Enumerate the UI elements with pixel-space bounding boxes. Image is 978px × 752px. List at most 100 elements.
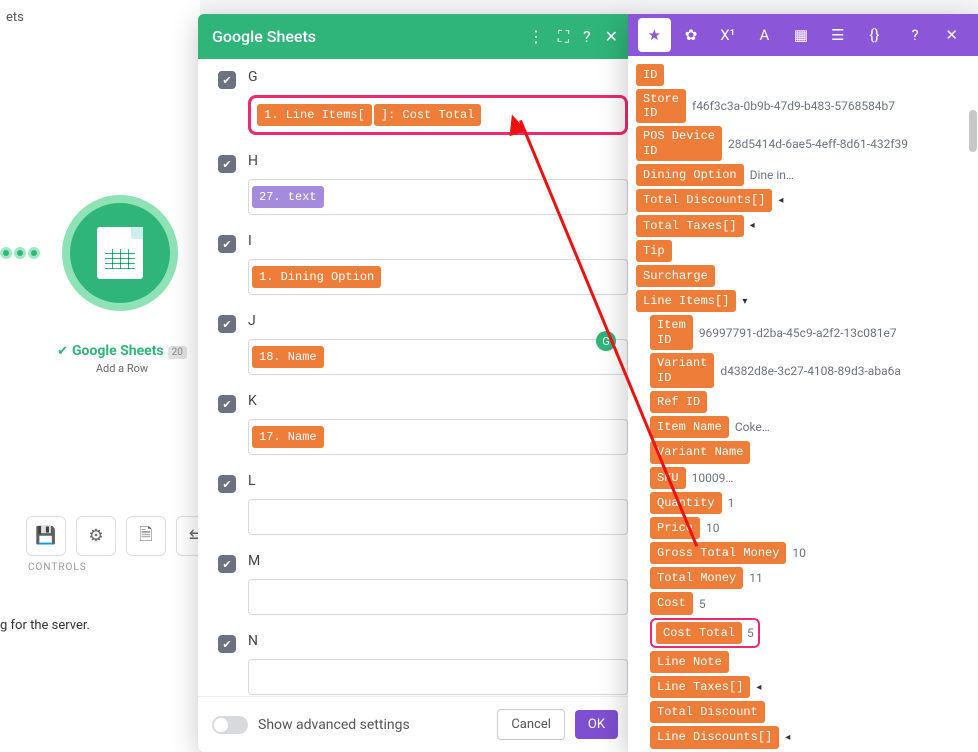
data-pill[interactable]: Total Discount: [650, 701, 765, 723]
data-item[interactable]: Line Discounts[] ◂: [636, 725, 978, 750]
data-pill[interactable]: Total Discounts[]: [636, 189, 772, 211]
gear-icon[interactable]: ✿: [675, 18, 708, 52]
data-pill[interactable]: VariantID: [650, 353, 714, 388]
data-pill[interactable]: Item Name: [650, 416, 729, 438]
array-icon[interactable]: ☰: [821, 18, 854, 52]
data-item[interactable]: Cost Total 5: [636, 616, 978, 649]
field-checkbox[interactable]: ✔: [218, 155, 236, 173]
json-icon[interactable]: {}: [858, 18, 891, 52]
data-item[interactable]: Surcharge: [636, 264, 978, 289]
data-item[interactable]: Price 10: [636, 515, 978, 540]
cancel-button[interactable]: Cancel: [497, 709, 565, 740]
data-pill[interactable]: Line Note: [650, 651, 729, 673]
caret-right-icon[interactable]: ◂: [778, 195, 783, 206]
data-item[interactable]: ID: [636, 62, 978, 87]
panel-close-icon[interactable]: ✕: [935, 18, 968, 52]
note-icon[interactable]: 🗎: [126, 516, 166, 556]
field-checkbox[interactable]: ✔: [218, 71, 236, 89]
data-pill[interactable]: Gross Total Money: [650, 542, 786, 564]
save-icon[interactable]: 💾: [26, 516, 66, 556]
help-icon[interactable]: ?: [583, 27, 591, 47]
field-input[interactable]: 18. Name: [248, 339, 628, 375]
data-pill[interactable]: Price: [650, 517, 700, 539]
data-pill[interactable]: Variant Name: [650, 441, 750, 463]
gear-icon[interactable]: ⚙: [76, 516, 116, 556]
mapping-pill[interactable]: 27. text: [252, 186, 324, 208]
panel-help-icon[interactable]: ?: [899, 18, 932, 52]
data-item[interactable]: Line Note: [636, 649, 978, 674]
field-input[interactable]: 1. Line Items[]: Cost Total: [248, 95, 628, 135]
close-icon[interactable]: ✕: [605, 27, 618, 47]
ok-button[interactable]: OK: [575, 710, 618, 739]
date-icon[interactable]: ▦: [785, 18, 818, 52]
caret-down-icon[interactable]: ▾: [742, 296, 747, 307]
data-item[interactable]: Line Taxes[] ◂: [636, 675, 978, 700]
source-badge[interactable]: G: [596, 331, 616, 351]
data-item[interactable]: Cost 5: [636, 591, 978, 616]
node-label[interactable]: ✔ Google Sheets 20 Add a Row: [42, 340, 202, 375]
mapping-pill[interactable]: 1. Line Items[: [257, 104, 372, 126]
data-item[interactable]: Ref ID: [636, 389, 978, 414]
data-pill[interactable]: ItemID: [650, 315, 693, 350]
data-pill[interactable]: Dining Option: [636, 164, 744, 186]
advanced-toggle[interactable]: [212, 716, 248, 734]
expand-icon[interactable]: ⛶: [558, 27, 569, 47]
data-pill[interactable]: Tip: [636, 240, 672, 262]
data-pill[interactable]: Cost Total: [656, 622, 742, 644]
field-input[interactable]: [248, 659, 628, 695]
data-pill[interactable]: Line Discounts[]: [650, 726, 779, 748]
field-input[interactable]: [248, 499, 628, 535]
panel-body[interactable]: ID StoreID f46f3c3a-0b9b-47d9-b483-57685…: [628, 56, 978, 752]
math-icon[interactable]: X¹: [711, 18, 744, 52]
data-pill[interactable]: Surcharge: [636, 265, 715, 287]
data-pill[interactable]: StoreID: [636, 89, 686, 124]
data-item[interactable]: VariantID d4382d8e-3c27-4108-89d3-aba6a: [636, 352, 978, 390]
data-pill[interactable]: Total Taxes[]: [636, 215, 744, 237]
data-item[interactable]: Gross Total Money 10: [636, 541, 978, 566]
caret-right-icon[interactable]: ◂: [756, 682, 761, 693]
data-item[interactable]: StoreID f46f3c3a-0b9b-47d9-b483-5768584b…: [636, 87, 978, 125]
field-checkbox[interactable]: ✔: [218, 555, 236, 573]
field-input[interactable]: 1. Dining Option: [248, 259, 628, 295]
data-item[interactable]: Line Items[] ▾: [636, 289, 978, 314]
data-pill[interactable]: Cost: [650, 592, 693, 614]
data-item[interactable]: ItemID 96997791-d2ba-45c9-a2f2-13c081e7: [636, 314, 978, 352]
data-pill[interactable]: Line Taxes[]: [650, 676, 750, 698]
data-item[interactable]: Variant Name: [636, 440, 978, 465]
scenario-node[interactable]: [62, 195, 178, 311]
mapping-pill[interactable]: 18. Name: [252, 346, 324, 368]
kebab-icon[interactable]: ⋮: [528, 27, 544, 47]
data-pill[interactable]: Total Money: [650, 567, 743, 589]
data-pill[interactable]: POS DeviceID: [636, 126, 722, 161]
field-checkbox[interactable]: ✔: [218, 315, 236, 333]
data-pill[interactable]: ID: [636, 64, 664, 86]
data-item[interactable]: POS DeviceID 28d5414d-6ae5-4eff-8d61-432…: [636, 125, 978, 163]
mapping-pill[interactable]: 17. Name: [252, 426, 324, 448]
field-checkbox[interactable]: ✔: [218, 635, 236, 653]
mapping-pill[interactable]: ]: Cost Total: [374, 104, 482, 126]
data-item[interactable]: SKU 10009…: [636, 465, 978, 490]
field-input[interactable]: 27. text: [248, 179, 628, 215]
data-pill[interactable]: Line Items[]: [636, 290, 736, 312]
data-item[interactable]: Item Name Coke…: [636, 415, 978, 440]
field-checkbox[interactable]: ✔: [218, 395, 236, 413]
data-item[interactable]: Total Discount: [636, 700, 978, 725]
modal-body[interactable]: ✔G1. Line Items[]: Cost Total✔H27. text✔…: [198, 59, 632, 696]
caret-right-icon[interactable]: ◂: [750, 220, 755, 231]
caret-right-icon[interactable]: ◂: [785, 732, 790, 743]
data-item[interactable]: Quantity 1: [636, 490, 978, 515]
text-icon[interactable]: A: [748, 18, 781, 52]
field-checkbox[interactable]: ✔: [218, 235, 236, 253]
data-item[interactable]: Total Money 11: [636, 566, 978, 591]
data-item[interactable]: Tip: [636, 238, 978, 263]
star-icon[interactable]: ★: [638, 18, 671, 52]
data-pill[interactable]: Ref ID: [650, 391, 707, 413]
data-item[interactable]: Total Discounts[] ◂: [636, 188, 978, 213]
mapping-pill[interactable]: 1. Dining Option: [252, 266, 381, 288]
field-input[interactable]: 17. Name: [248, 419, 628, 455]
data-pill[interactable]: Quantity: [650, 492, 722, 514]
scrollbar-thumb[interactable]: [969, 110, 977, 152]
data-item[interactable]: Dining Option Dine in…: [636, 163, 978, 188]
data-item[interactable]: Total Taxes[] ◂: [636, 213, 978, 238]
highlighted-pill[interactable]: Cost Total 5: [650, 618, 760, 648]
